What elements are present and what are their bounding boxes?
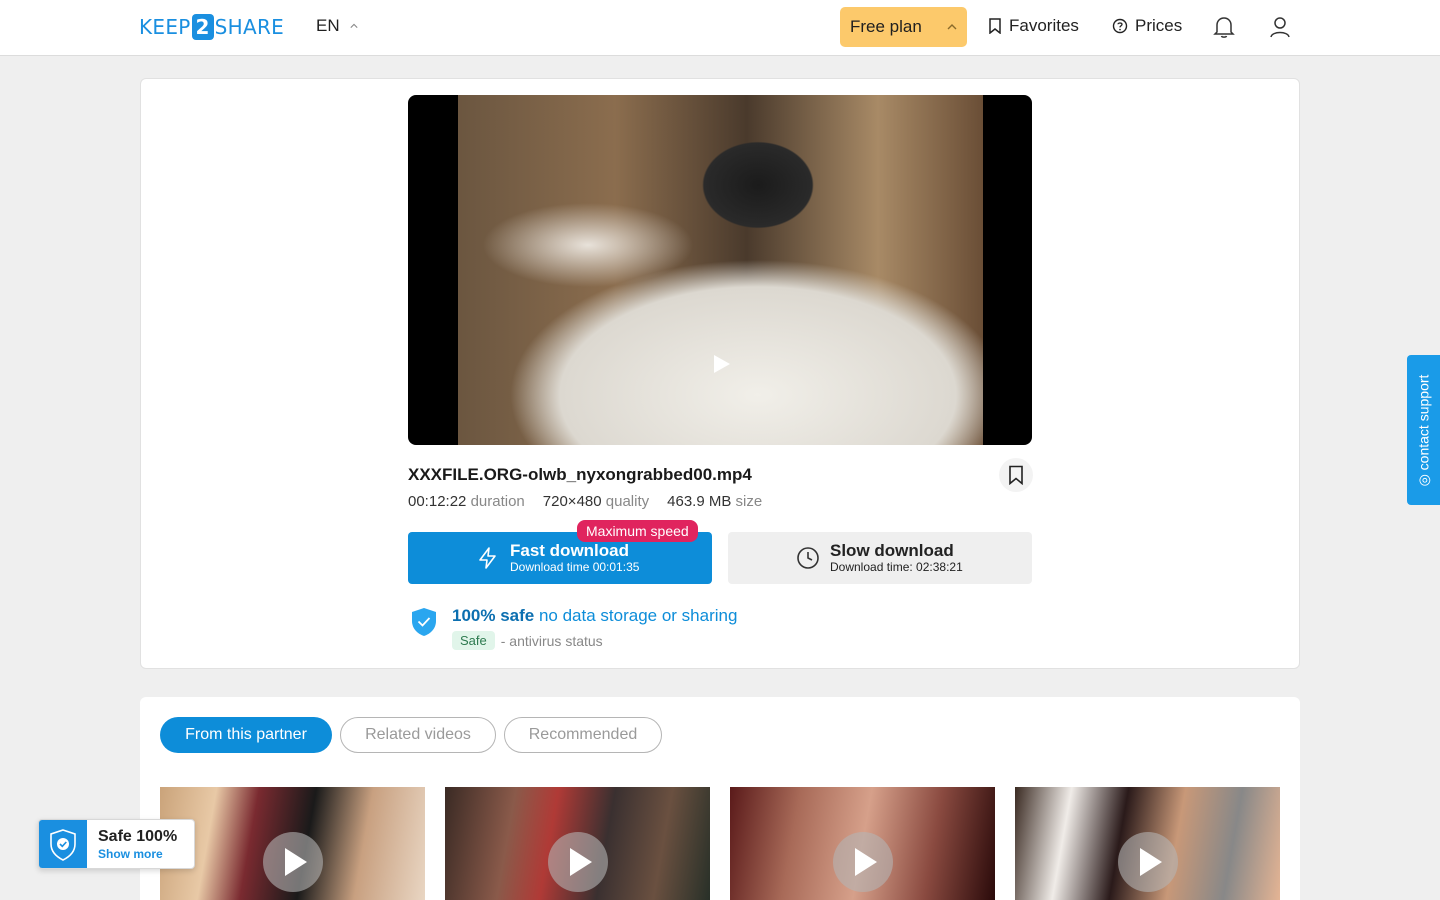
file-meta: 00:12:22 duration 720×480 quality 463.9 … xyxy=(408,493,762,510)
safe-strong: 100% safe xyxy=(452,606,535,625)
tab-related-videos[interactable]: Related videos xyxy=(340,717,496,753)
logo-text-left: KEEP xyxy=(139,15,191,39)
antivirus-row: Safe - antivirus status xyxy=(452,631,737,650)
video-thumbnail[interactable] xyxy=(160,787,425,900)
play-icon[interactable] xyxy=(548,832,608,892)
quality-value: 720×480 xyxy=(542,493,602,510)
video-preview-image xyxy=(458,95,983,445)
contact-support-label: ◎ contact support xyxy=(1415,374,1431,486)
language-label: EN xyxy=(316,16,340,35)
favorites-link[interactable]: Favorites xyxy=(988,16,1079,36)
play-icon[interactable] xyxy=(833,832,893,892)
slow-download-title: Slow download xyxy=(830,541,954,560)
chevron-up-icon xyxy=(947,24,957,30)
video-player[interactable] xyxy=(408,95,1032,445)
size-value: 463.9 MB xyxy=(667,493,732,510)
quality-info: 720×480 quality xyxy=(543,493,649,510)
video-thumbnail[interactable] xyxy=(1015,787,1280,900)
bookmark-icon xyxy=(1009,465,1023,485)
help-circle-icon xyxy=(1112,18,1128,34)
size-unit: size xyxy=(735,493,763,510)
logo-number: 2 xyxy=(191,14,214,40)
safety-info: 100% safe no data storage or sharing Saf… xyxy=(410,606,737,650)
plan-label: Free plan xyxy=(850,17,922,36)
shield-check-icon xyxy=(412,608,436,636)
top-header: KEEP 2 SHARE EN Free plan Favorites Pric… xyxy=(0,0,1440,56)
free-plan-button[interactable]: Free plan xyxy=(840,7,967,47)
safe-popup-shield xyxy=(39,820,87,868)
prices-label: Prices xyxy=(1135,16,1183,35)
safe-popup[interactable]: Safe 100% Show more xyxy=(38,819,195,869)
shield-check-icon xyxy=(50,829,76,861)
play-icon[interactable] xyxy=(1118,832,1178,892)
file-name: XXXFILE.ORG-olwb_nyxongrabbed00.mp4 xyxy=(408,465,752,484)
safe-text: 100% safe no data storage or sharing xyxy=(452,606,737,626)
play-icon[interactable] xyxy=(714,355,730,373)
prices-link[interactable]: Prices xyxy=(1112,16,1182,36)
duration-info: 00:12:22 duration xyxy=(408,493,525,510)
size-info: 463.9 MB size xyxy=(667,493,762,510)
antivirus-text: - antivirus status xyxy=(500,632,603,649)
tab-from-this-partner[interactable]: From this partner xyxy=(160,717,332,753)
antivirus-badge: Safe xyxy=(452,631,495,650)
play-icon[interactable] xyxy=(263,832,323,892)
safe-popup-title: Safe 100% xyxy=(98,828,178,845)
video-thumbnail[interactable] xyxy=(445,787,710,900)
add-favorite-button[interactable] xyxy=(999,458,1033,492)
contact-support-text: contact support xyxy=(1415,374,1431,470)
duration-value: 00:12:22 xyxy=(408,493,467,510)
logo-text-right: SHARE xyxy=(214,15,285,39)
clock-icon xyxy=(797,547,819,569)
slow-download-time: Download time: 02:38:21 xyxy=(830,560,963,574)
quality-unit: quality xyxy=(605,493,650,510)
duration-unit: duration xyxy=(470,493,525,510)
language-selector[interactable]: EN xyxy=(316,16,358,36)
show-more-link[interactable]: Show more xyxy=(98,847,177,861)
maximum-speed-badge: Maximum speed xyxy=(577,520,698,542)
bell-icon[interactable] xyxy=(1213,15,1235,39)
user-icon[interactable] xyxy=(1269,15,1291,39)
fast-download-title: Fast download xyxy=(510,541,629,560)
bookmark-icon xyxy=(989,18,1001,34)
chevron-up-icon xyxy=(350,23,358,28)
slow-download-button[interactable]: Slow download Download time: 02:38:21 xyxy=(728,532,1032,584)
contact-support-tab[interactable]: ◎ contact support xyxy=(1407,355,1440,505)
fast-download-time: Download time 00:01:35 xyxy=(510,560,640,574)
site-logo[interactable]: KEEP 2 SHARE xyxy=(139,14,284,40)
safe-description: no data storage or sharing xyxy=(538,606,738,625)
favorites-label: Favorites xyxy=(1009,16,1079,35)
video-thumbnail[interactable] xyxy=(730,787,995,900)
tab-recommended[interactable]: Recommended xyxy=(504,717,662,753)
lightning-icon xyxy=(479,547,496,569)
